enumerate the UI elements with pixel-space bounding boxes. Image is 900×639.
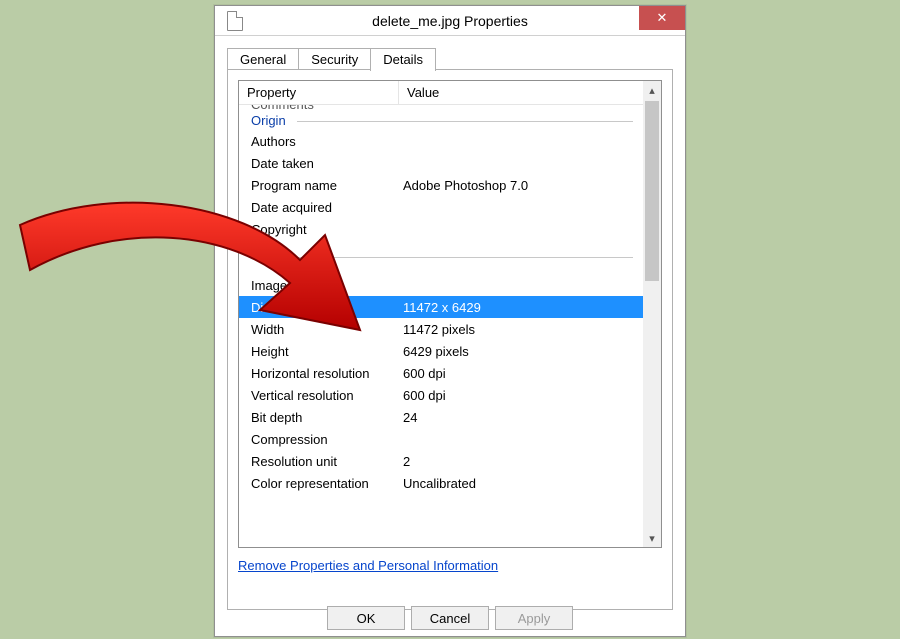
row-copyright[interactable]: Copyright — [239, 218, 661, 240]
row-horizontal-resolution[interactable]: Horizontal resolution 600 dpi — [239, 362, 661, 384]
column-headers: Property Value — [239, 81, 661, 105]
row-vertical-resolution[interactable]: Vertical resolution 600 dpi — [239, 384, 661, 406]
group-origin: Origin — [239, 111, 661, 130]
row-resolution-unit[interactable]: Resolution unit 2 — [239, 450, 661, 472]
ok-button[interactable]: OK — [327, 606, 405, 630]
tab-details[interactable]: Details — [370, 48, 436, 71]
close-button[interactable]: ✕ — [639, 6, 685, 30]
window-title: delete_me.jpg Properties — [215, 13, 685, 29]
properties-dialog: delete_me.jpg Properties ✕ General Secur… — [214, 5, 686, 637]
remove-properties-link[interactable]: Remove Properties and Personal Informati… — [238, 558, 498, 573]
properties-list: Property Value Comments Origin Authors — [238, 80, 662, 548]
tab-strip: General Security Details — [227, 48, 673, 70]
tab-general[interactable]: General — [227, 48, 299, 70]
section-divider — [239, 240, 661, 274]
scroll-up-icon[interactable]: ▴ — [643, 81, 661, 99]
row-width[interactable]: Width 11472 pixels — [239, 318, 661, 340]
row-authors[interactable]: Authors — [239, 130, 661, 152]
close-icon: ✕ — [657, 10, 668, 26]
titlebar: delete_me.jpg Properties ✕ — [215, 6, 685, 36]
scroll-thumb[interactable] — [645, 101, 659, 281]
row-image-id[interactable]: Image ID — [239, 274, 661, 296]
row-height[interactable]: Height 6429 pixels — [239, 340, 661, 362]
row-compression[interactable]: Compression — [239, 428, 661, 450]
tab-security[interactable]: Security — [298, 48, 371, 70]
row-bit-depth[interactable]: Bit depth 24 — [239, 406, 661, 428]
row-date-taken[interactable]: Date taken — [239, 152, 661, 174]
cancel-button[interactable]: Cancel — [411, 606, 489, 630]
row-dimensions[interactable]: Dimensions 11472 x 6429 — [239, 296, 661, 318]
row-color-representation[interactable]: Color representation Uncalibrated — [239, 472, 661, 494]
row-program-name[interactable]: Program name Adobe Photoshop 7.0 — [239, 174, 661, 196]
scroll-down-icon[interactable]: ▾ — [643, 529, 661, 547]
tab-panel-details: Property Value Comments Origin Authors — [227, 70, 673, 610]
column-header-value[interactable]: Value — [399, 81, 661, 104]
row-date-acquired[interactable]: Date acquired — [239, 196, 661, 218]
dialog-buttons: OK Cancel Apply — [215, 606, 685, 630]
column-header-property[interactable]: Property — [239, 81, 399, 104]
apply-button[interactable]: Apply — [495, 606, 573, 630]
document-icon — [227, 11, 243, 31]
vertical-scrollbar[interactable]: ▴ ▾ — [643, 81, 661, 547]
properties-rows: Comments Origin Authors Date taken Progr… — [239, 105, 661, 545]
